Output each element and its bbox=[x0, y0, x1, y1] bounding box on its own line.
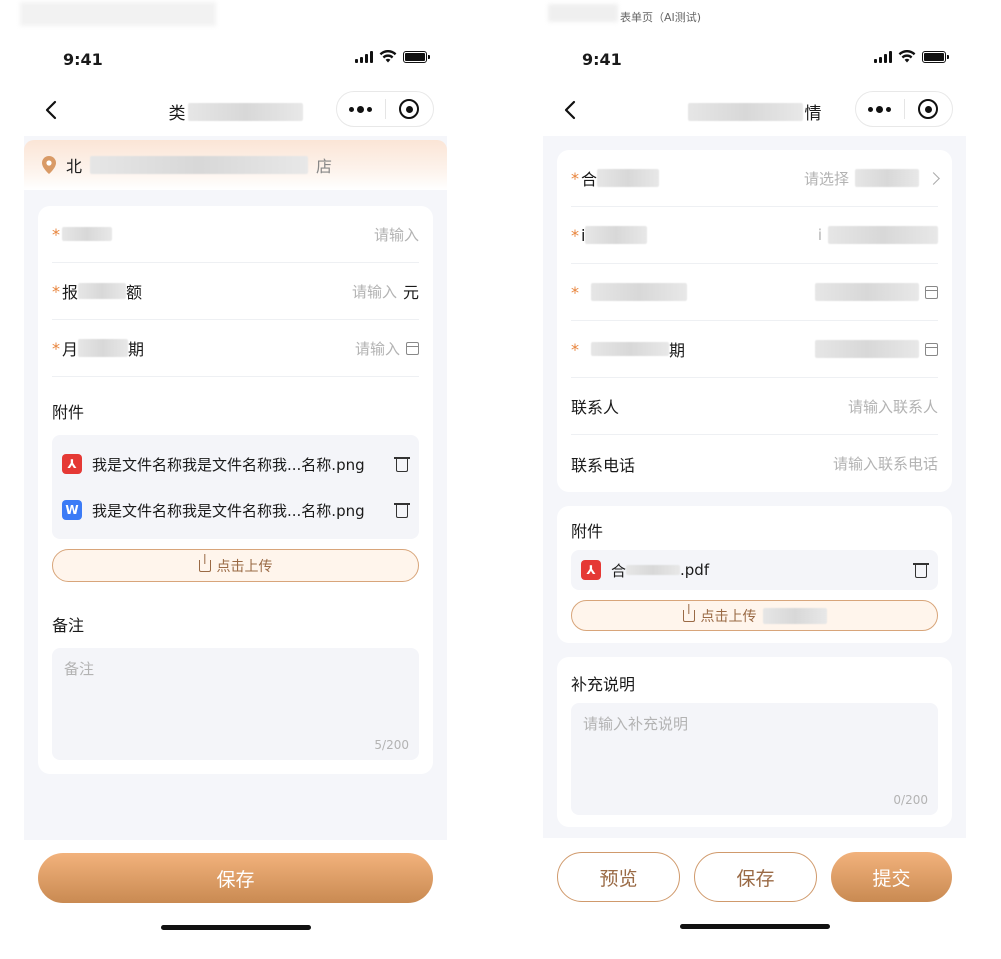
home-indicator bbox=[160, 925, 311, 930]
more-menu-button[interactable] bbox=[337, 92, 385, 126]
close-mini-program-button[interactable] bbox=[905, 92, 953, 126]
bottom-action-bar: 预览 保存 提交 bbox=[543, 838, 966, 940]
remark-title: 备注 bbox=[52, 616, 85, 635]
form-row-name[interactable]: * 请输入 bbox=[52, 206, 419, 263]
battery-icon bbox=[403, 50, 430, 63]
upload-icon bbox=[198, 559, 211, 572]
save-button[interactable]: 保存 bbox=[38, 853, 433, 903]
status-time: 9:41 bbox=[63, 50, 103, 69]
notes-card: 补充说明 请输入补充说明 0/200 bbox=[557, 657, 952, 827]
delete-icon[interactable] bbox=[913, 562, 929, 578]
status-bar: 9:41 bbox=[24, 30, 447, 86]
nav-bar: 类 bbox=[24, 86, 447, 136]
delete-icon[interactable] bbox=[394, 456, 410, 472]
mini-program-capsule bbox=[336, 91, 434, 127]
form-row-date[interactable]: * 期 bbox=[571, 321, 938, 378]
blurred-caption-right bbox=[548, 4, 618, 22]
left-phone-screen: 9:41 类 北 店 * 请输入 * 报额 请输入元 * 月 期 请输入 附件 … bbox=[24, 30, 447, 942]
form-row-input[interactable]: * i i bbox=[571, 207, 938, 264]
attachments-title: 附件 bbox=[52, 403, 85, 422]
date-input[interactable] bbox=[815, 340, 919, 358]
signal-icon bbox=[355, 50, 373, 63]
nav-bar: 情 bbox=[543, 86, 966, 136]
right-phone-screen: 9:41 情 * 合 请选择 * i i * * 期 联系人 请输入联系人 联系… bbox=[543, 30, 966, 940]
calendar-icon bbox=[925, 285, 938, 299]
close-mini-program-button[interactable] bbox=[386, 92, 434, 126]
bottom-action-bar: 保存 bbox=[24, 840, 447, 942]
more-dots-icon bbox=[349, 105, 373, 113]
battery-icon bbox=[922, 50, 949, 63]
mini-program-capsule bbox=[855, 91, 953, 127]
pdf-icon: ⅄ bbox=[581, 560, 601, 580]
char-counter: 5/200 bbox=[374, 738, 409, 752]
form-row-contact[interactable]: 联系人 请输入联系人 bbox=[571, 378, 938, 435]
attachment-list: ⅄ 我是文件名称我是文件名称我...名称.png W 我是文件名称我是文件名称我… bbox=[52, 435, 419, 539]
page-title: 情 bbox=[687, 99, 822, 124]
notes-title: 补充说明 bbox=[571, 675, 636, 694]
form-row-phone[interactable]: 联系电话 请输入联系电话 bbox=[571, 435, 938, 492]
target-icon bbox=[918, 99, 939, 119]
date-input[interactable] bbox=[815, 283, 919, 301]
attachment-item[interactable]: ⅄ 合 .pdf bbox=[581, 550, 929, 590]
phone-input[interactable]: 请输入联系电话 bbox=[833, 453, 938, 474]
attachment-item[interactable]: W 我是文件名称我是文件名称我...名称.png bbox=[62, 487, 410, 533]
attachments-title: 附件 bbox=[571, 522, 604, 541]
upload-button[interactable]: 点击上传 bbox=[52, 549, 419, 582]
word-icon: W bbox=[62, 500, 82, 520]
currency-unit: 元 bbox=[402, 283, 419, 302]
more-dots-icon bbox=[868, 105, 892, 113]
form-card: * 请输入 * 报额 请输入元 * 月期 请输入 附件 ⅄ 我是文件名称我是文件名称… bbox=[38, 206, 433, 774]
delete-icon[interactable] bbox=[394, 502, 410, 518]
save-button[interactable]: 保存 bbox=[694, 852, 817, 902]
form-row-date[interactable]: * 月期 请输入 bbox=[52, 320, 419, 377]
preview-button[interactable]: 预览 bbox=[557, 852, 680, 902]
back-arrow-icon[interactable] bbox=[44, 100, 58, 120]
page-caption: 表单页（AI测试) bbox=[620, 11, 702, 24]
form-row-amount[interactable]: * 报额 请输入元 bbox=[52, 263, 419, 320]
target-icon bbox=[399, 99, 420, 119]
more-menu-button[interactable] bbox=[856, 92, 904, 126]
form-row-date[interactable]: * bbox=[571, 264, 938, 321]
calendar-icon bbox=[925, 342, 938, 356]
upload-button[interactable]: 点击上传 bbox=[571, 600, 938, 631]
char-counter: 0/200 bbox=[893, 793, 928, 807]
upload-icon bbox=[682, 609, 695, 622]
pdf-icon: ⅄ bbox=[62, 454, 82, 474]
attachment-list: ⅄ 合 .pdf bbox=[571, 550, 938, 590]
select-input[interactable]: 请选择 bbox=[804, 168, 849, 189]
location-bar[interactable]: 北 店 bbox=[24, 140, 447, 190]
remark-textarea[interactable]: 备注 5/200 bbox=[52, 648, 419, 760]
form-card: * 合 请选择 * i i * * 期 联系人 请输入联系人 联系电话 请输入联系电话 bbox=[557, 150, 952, 492]
blurred-caption-left bbox=[20, 2, 216, 26]
date-input[interactable]: 请输入 bbox=[355, 338, 400, 359]
wifi-icon bbox=[898, 50, 916, 63]
text-input[interactable]: i bbox=[818, 226, 822, 244]
contact-input[interactable]: 请输入联系人 bbox=[848, 396, 938, 417]
calendar-icon bbox=[406, 341, 419, 355]
attachment-item[interactable]: ⅄ 我是文件名称我是文件名称我...名称.png bbox=[62, 441, 410, 487]
attachment-card: 附件 ⅄ 合 .pdf 点击上传 bbox=[557, 506, 952, 643]
wifi-icon bbox=[379, 50, 397, 63]
home-indicator bbox=[679, 924, 830, 929]
location-pin-icon bbox=[42, 156, 56, 174]
amount-input[interactable]: 请输入 bbox=[352, 281, 397, 302]
chevron-right-icon bbox=[927, 171, 940, 185]
status-time: 9:41 bbox=[582, 50, 622, 69]
status-bar: 9:41 bbox=[543, 30, 966, 86]
signal-icon bbox=[874, 50, 892, 63]
page-title: 类 bbox=[169, 99, 303, 124]
name-input[interactable]: 请输入 bbox=[374, 224, 419, 245]
notes-textarea[interactable]: 请输入补充说明 0/200 bbox=[571, 703, 938, 815]
form-row-select[interactable]: * 合 请选择 bbox=[571, 150, 940, 207]
submit-button[interactable]: 提交 bbox=[831, 852, 952, 902]
back-arrow-icon[interactable] bbox=[563, 100, 577, 120]
